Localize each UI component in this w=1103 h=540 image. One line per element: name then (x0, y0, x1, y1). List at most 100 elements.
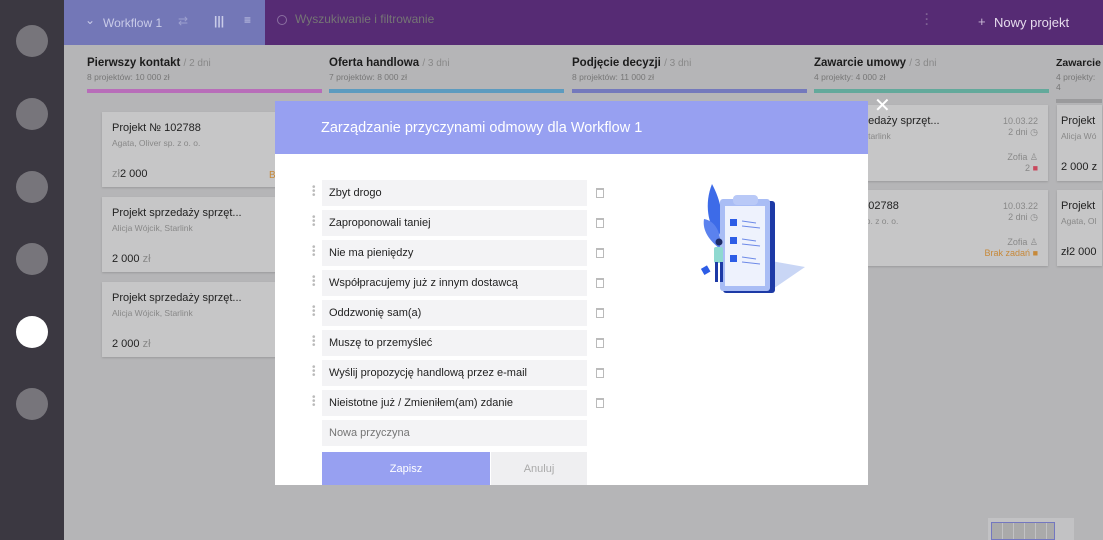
rejection-reasons-modal: Zarządzanie przyczynami odmowy dla Workf… (275, 101, 868, 485)
board-minimap[interactable] (988, 518, 1074, 540)
card-price: 2 000 z (1061, 161, 1098, 173)
column-title: Zawarcie (1056, 57, 1101, 69)
reason-item[interactable]: Oddzwonię sam(a) (322, 300, 587, 326)
card-duration: 2 dni ◷ (1008, 127, 1038, 137)
card-client: Agata, Oliver sp. z o. o. (112, 138, 201, 148)
sidebar-item[interactable] (16, 25, 48, 57)
clipboard-illustration (700, 184, 805, 293)
pipeline-column: Zawarcie 4 projekty: 4 (1056, 57, 1102, 103)
reason-item[interactable]: Nie ma pieniędzy (322, 240, 587, 266)
sidebar-item[interactable] (16, 243, 48, 275)
drag-handle-icon[interactable]: • • • (312, 213, 316, 231)
search-icon (277, 15, 287, 25)
column-color-bar (814, 89, 1049, 93)
column-summary: 8 projektów: 10 000 zł (87, 72, 170, 82)
column-summary: 8 projektów: 11 000 zł (572, 72, 655, 82)
pipeline-column: Zawarcie umowy / 3 dni 4 projekty: 4 000… (814, 57, 1049, 93)
card-user: Zofia ♙ (1007, 237, 1038, 247)
card-client: Alicja Wó (1061, 131, 1097, 141)
plus-icon: + (978, 14, 986, 29)
columns-view-icon[interactable]: ||| (214, 14, 224, 28)
drag-handle-icon[interactable]: • • • (312, 393, 316, 411)
project-card[interactable]: Projekt № 102788 Agata, Oliver sp. z o. … (102, 112, 285, 187)
column-color-bar (1056, 99, 1102, 103)
trash-icon[interactable] (596, 278, 604, 288)
column-summary: 4 projekty: 4 (1056, 72, 1096, 92)
trash-icon[interactable] (596, 338, 604, 348)
trash-icon[interactable] (596, 188, 604, 198)
drag-handle-icon[interactable]: • • • (312, 273, 316, 291)
chevron-down-icon[interactable]: ⌄ (85, 13, 95, 27)
drag-handle-icon[interactable]: • • • (312, 363, 316, 381)
workflow-toolbar: ⌄ Workflow 1 ⇄ ||| ≡ (64, 0, 265, 45)
card-user: Zofia ♙ (1007, 152, 1038, 162)
reason-item[interactable]: Zaproponowali taniej (322, 210, 587, 236)
new-project-button[interactable]: Nowy projekt (994, 15, 1069, 30)
workflow-selector[interactable]: Workflow 1 (103, 16, 162, 30)
drag-handle-icon[interactable]: • • • (312, 183, 316, 201)
search-input[interactable] (295, 12, 695, 26)
card-tasks: 2 ■ (1025, 163, 1038, 173)
project-card[interactable]: Projekt Agata, Ol zł2 000 (1057, 190, 1102, 266)
project-card[interactable]: Projekt Alicja Wó 2 000 z (1057, 105, 1102, 181)
more-vertical-icon[interactable]: · · · (925, 8, 929, 30)
trash-icon[interactable] (596, 398, 604, 408)
card-client: Alicja Wójcik, Starlink (112, 308, 193, 318)
trash-icon[interactable] (596, 308, 604, 318)
column-title: Podjęcie decyzji / 3 dni (572, 57, 692, 69)
sidebar-item-active[interactable] (16, 316, 48, 348)
column-color-bar (87, 89, 322, 93)
card-title: Projekt sprzedaży sprzęt... (112, 292, 242, 304)
reason-item[interactable]: Zbyt drogo (322, 180, 587, 206)
top-bar: ··· + Nowy projekt (265, 0, 1103, 45)
card-title: Projekt № 102788 (112, 122, 201, 134)
pipeline-column: Pierwszy kontakt / 2 dni 8 projektów: 10… (87, 57, 322, 93)
swap-icon[interactable]: ⇄ (178, 14, 188, 28)
sidebar-item[interactable] (16, 388, 48, 420)
drag-handle-icon[interactable]: • • • (312, 303, 316, 321)
cancel-button[interactable]: Anuluj (491, 452, 587, 485)
card-price: zł2 000 (1061, 246, 1097, 258)
card-date: 10.03.22 (1002, 201, 1038, 211)
card-title: Projekt sprzedaży sprzęt... (112, 207, 242, 219)
card-client: Alicja Wójcik, Starlink (112, 223, 193, 233)
reason-item[interactable]: Nieistotne już / Zmieniłem(am) zdanie (322, 390, 587, 416)
card-date: 10.03.22 (1002, 116, 1038, 126)
column-title: Zawarcie umowy / 3 dni (814, 57, 937, 69)
reason-item[interactable]: Współpracujemy już z innym dostawcą (322, 270, 587, 296)
project-card[interactable]: Projekt sprzedaży sprzęt... Alicja Wójci… (102, 282, 285, 357)
card-tasks: Brak zadań ■ (984, 248, 1038, 258)
reason-item[interactable]: Muszę to przemyśleć (322, 330, 587, 356)
minimap-viewport[interactable] (991, 522, 1055, 540)
project-card[interactable]: Projekt sprzedaży sprzęt... Alicja Wójci… (102, 197, 285, 272)
save-button[interactable]: Zapisz (322, 452, 490, 485)
trash-icon[interactable] (596, 248, 604, 258)
column-title: Pierwszy kontakt / 2 dni (87, 57, 211, 69)
column-title: Oferta handlowa / 3 dni (329, 57, 450, 69)
column-summary: 7 projektów: 8 000 zł (329, 72, 407, 82)
card-price: 2 000 zł (112, 253, 151, 265)
column-color-bar (329, 89, 564, 93)
close-icon[interactable]: ✕ (874, 96, 891, 116)
list-view-icon[interactable]: ≡ (244, 13, 251, 27)
card-price: 2 000 zł (112, 338, 151, 350)
card-title: Projekt (1061, 115, 1096, 127)
sidebar-item[interactable] (16, 171, 48, 203)
pipeline-column: Podjęcie decyzji / 3 dni 8 projektów: 11… (572, 57, 807, 93)
drag-handle-icon[interactable]: • • • (312, 243, 316, 261)
card-price: zł2 000 (112, 168, 148, 180)
modal-title: Zarządzanie przyczynami odmowy dla Workf… (275, 101, 868, 154)
trash-icon[interactable] (596, 368, 604, 378)
new-reason-input[interactable] (322, 420, 587, 446)
column-summary: 4 projekty: 4 000 zł (814, 72, 886, 82)
reason-item[interactable]: Wyślij propozycję handlową przez e-mail (322, 360, 587, 386)
sidebar-item[interactable] (16, 98, 48, 130)
trash-icon[interactable] (596, 218, 604, 228)
column-color-bar (572, 89, 807, 93)
card-client: Agata, Ol (1061, 216, 1097, 226)
pipeline-column: Oferta handlowa / 3 dni 7 projektów: 8 0… (329, 57, 564, 93)
card-title: Projekt (1061, 200, 1096, 212)
card-duration: 2 dni ◷ (1008, 212, 1038, 222)
sidebar (0, 0, 64, 540)
drag-handle-icon[interactable]: • • • (312, 333, 316, 351)
